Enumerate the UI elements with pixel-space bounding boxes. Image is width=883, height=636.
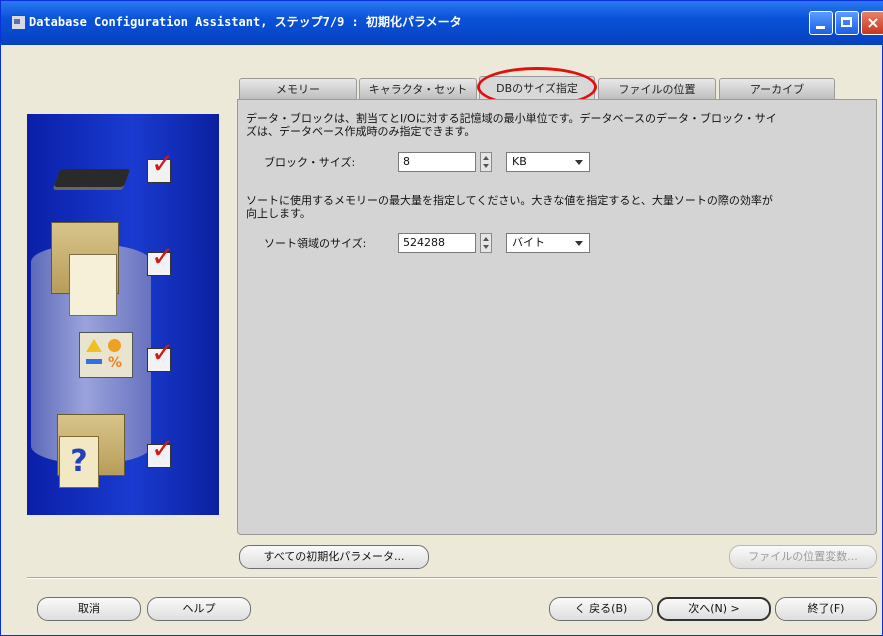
sort-area-label: ソート領域のサイズ:: [264, 237, 367, 250]
sort-area-unit-select[interactable]: バイト: [506, 233, 590, 253]
wizard-side-graphic: % ? ✓ ✓ ✓ ✓: [27, 114, 219, 515]
window-title: Database Configuration Assistant, ステップ7/…: [29, 15, 462, 29]
block-size-input[interactable]: 8: [398, 152, 476, 172]
shapes-icon: %: [79, 332, 133, 378]
sort-area-input[interactable]: 524288: [398, 233, 476, 253]
close-icon: ×: [866, 13, 880, 32]
tab-character-set[interactable]: キャラクタ・セット: [359, 78, 477, 100]
tab-memory[interactable]: メモリー: [239, 78, 357, 100]
block-size-unit-value: KB: [512, 155, 527, 168]
tab-file-locations[interactable]: ファイルの位置: [598, 78, 716, 100]
block-size-description-line1: データ・ブロックは、割当てとI/Oに対する記憶域の最小単位です。データベースのデ…: [246, 112, 777, 125]
checkmark-icon: ✓: [147, 147, 174, 183]
sort-area-description-line2: 向上します。: [246, 207, 311, 220]
checkmark-icon: ✓: [147, 240, 174, 276]
minimize-button[interactable]: [809, 11, 833, 35]
divider: [27, 577, 877, 579]
checkmark-icon: ✓: [147, 432, 174, 468]
documents-icon: [69, 254, 117, 316]
sort-area-description-line1: ソートに使用するメモリーの最大量を指定してください。大きな値を指定すると、大量ソ…: [246, 194, 773, 207]
tab-archive[interactable]: アーカイブ: [719, 78, 835, 100]
chevron-down-icon: [575, 160, 583, 165]
block-size-unit-select[interactable]: KB: [506, 152, 590, 172]
close-button[interactable]: ×: [861, 11, 883, 35]
sort-area-unit-value: バイト: [512, 236, 545, 249]
file-location-variables-button[interactable]: ファイルの位置変数...: [729, 545, 877, 569]
block-size-description-line2: ズは、データベース作成時のみ指定できます。: [246, 125, 476, 138]
chevron-down-icon: [575, 241, 583, 246]
maximize-button[interactable]: [835, 11, 859, 35]
help-folder-icon: ?: [59, 436, 99, 488]
app-icon: [11, 15, 26, 30]
help-button[interactable]: ヘルプ: [147, 597, 251, 621]
back-button[interactable]: く 戻る(B): [549, 597, 653, 621]
cancel-button[interactable]: 取消: [37, 597, 141, 621]
block-size-label: ブロック・サイズ:: [264, 156, 356, 169]
block-size-spinner[interactable]: [480, 152, 492, 172]
all-init-params-button[interactable]: すべての初期化パラメータ...: [239, 545, 429, 569]
title-bar[interactable]: Database Configuration Assistant, ステップ7/…: [1, 1, 883, 45]
dbca-window: Database Configuration Assistant, ステップ7/…: [0, 0, 883, 636]
db-sizing-panel: データ・ブロックは、割当てとI/Oに対する記憶域の最小単位です。データベースのデ…: [237, 99, 877, 535]
memory-chip-icon: [53, 169, 131, 187]
checkmark-icon: ✓: [147, 336, 174, 372]
finish-button[interactable]: 終了(F): [775, 597, 877, 621]
sort-area-spinner[interactable]: [480, 233, 492, 253]
next-button[interactable]: 次へ(N) >: [657, 597, 771, 621]
